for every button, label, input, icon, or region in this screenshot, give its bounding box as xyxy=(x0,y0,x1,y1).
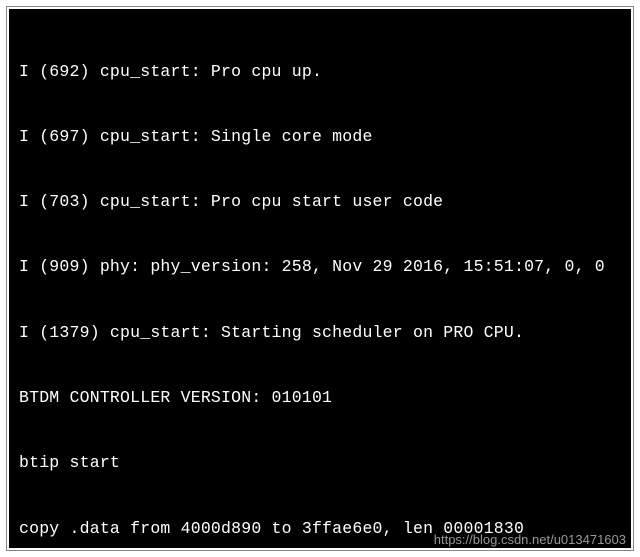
log-line: btip start xyxy=(19,452,621,474)
log-line: I (703) cpu_start: Pro cpu start user co… xyxy=(19,191,621,213)
log-line: I (692) cpu_start: Pro cpu up. xyxy=(19,61,621,83)
terminal-frame: I (692) cpu_start: Pro cpu up. I (697) c… xyxy=(6,6,634,551)
log-line: BTDM CONTROLLER VERSION: 010101 xyxy=(19,387,621,409)
terminal-output: I (692) cpu_start: Pro cpu up. I (697) c… xyxy=(9,9,631,548)
log-line: I (697) cpu_start: Single core mode xyxy=(19,126,621,148)
log-line: I (909) phy: phy_version: 258, Nov 29 20… xyxy=(19,256,621,278)
log-line: copy .data from 4000d890 to 3ffae6e0, le… xyxy=(19,518,621,540)
log-line: I (1379) cpu_start: Starting scheduler o… xyxy=(19,322,621,344)
